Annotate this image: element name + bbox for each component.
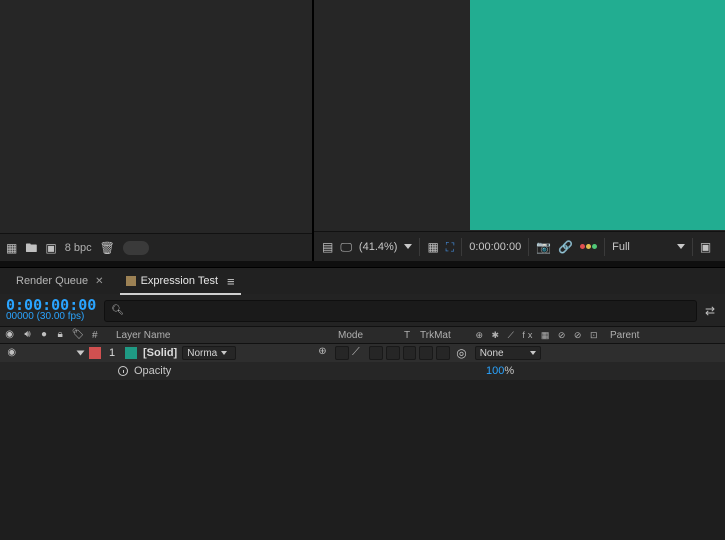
monitor-icon[interactable]: 🖵 bbox=[340, 241, 352, 253]
delete-icon[interactable]: 🗑 bbox=[100, 242, 115, 254]
switch-3d[interactable] bbox=[436, 346, 450, 360]
layer-twirl-icon[interactable] bbox=[77, 351, 85, 356]
new-comp-icon[interactable]: ▣ bbox=[45, 242, 56, 254]
bpc-label[interactable]: 8 bpc bbox=[65, 242, 92, 254]
opacity-row[interactable]: Opacity 100% bbox=[0, 362, 725, 380]
mode-col-header[interactable]: Mode bbox=[334, 330, 398, 341]
switch-col-header[interactable]: ⊕ ✱ ⟋ fx ▦ ⊘ ⊘ ⊡ bbox=[472, 330, 604, 341]
timeline-panel: Render Queue ✕ Expression Test ≡ 0:00:00… bbox=[0, 267, 725, 540]
mask-visibility-icon[interactable]: ⛶ bbox=[446, 241, 454, 253]
stopwatch-icon[interactable] bbox=[118, 366, 128, 376]
tab-render-queue[interactable]: Render Queue ✕ bbox=[8, 270, 112, 292]
tab-label: Render Queue bbox=[16, 275, 88, 287]
frame-info-readout: 00000 (30.00 fps) bbox=[6, 311, 96, 323]
switch-adjustment[interactable] bbox=[419, 346, 433, 360]
project-panel-viewport[interactable] bbox=[0, 0, 312, 233]
channel-buttons-icon[interactable] bbox=[580, 244, 597, 249]
opacity-label: Opacity bbox=[134, 365, 171, 377]
timeline-column-headers: ◉ 🔊︎ ● 🔒︎ 🏷︎ # Layer Name Mode T TrkMat … bbox=[0, 326, 725, 344]
chevron-down-icon bbox=[221, 351, 227, 355]
project-search-pill[interactable] bbox=[123, 241, 149, 255]
project-panel: ▦ 🖿 ▣ 8 bpc 🗑 bbox=[0, 0, 314, 261]
solo-col-icon[interactable]: ● bbox=[41, 330, 47, 340]
composition-viewer: ▤ 🖵 (41.4%) ▦ ⛶ 0:00:00:00 📷 🔗 Full ▣ bbox=[314, 0, 725, 261]
project-settings-icon[interactable]: ▦ bbox=[6, 242, 17, 254]
trkmat-col-header[interactable]: TrkMat bbox=[416, 330, 472, 341]
viewer-ribbon: ▤ 🖵 (41.4%) ▦ ⛶ 0:00:00:00 📷 🔗 Full ▣ bbox=[314, 231, 725, 261]
mode-value: Norma bbox=[187, 348, 217, 359]
panel-menu-icon[interactable]: ≡ bbox=[227, 274, 235, 289]
parent-col-header[interactable]: Parent bbox=[604, 330, 725, 341]
parent-dropdown[interactable]: None bbox=[475, 346, 541, 360]
tab-expression-test[interactable]: Expression Test ≡ bbox=[118, 270, 243, 292]
resolution-dropdown[interactable]: Full bbox=[612, 241, 630, 253]
layer-row[interactable]: ◉ 1 [Solid] Norma ⊕ ⟋ bbox=[0, 344, 725, 362]
preview-area[interactable] bbox=[314, 0, 725, 231]
switch-collapse[interactable] bbox=[335, 346, 349, 360]
pickwhip-icon[interactable]: ◎ bbox=[456, 346, 466, 360]
switch-fx[interactable] bbox=[369, 346, 383, 360]
composition-tab-icon bbox=[126, 276, 136, 286]
project-panel-footer: ▦ 🖿 ▣ 8 bpc 🗑 bbox=[0, 233, 312, 261]
switch-frameblend[interactable] bbox=[386, 346, 400, 360]
new-folder-icon[interactable]: 🖿 bbox=[25, 242, 37, 254]
snapshot-icon[interactable]: 📷 bbox=[536, 241, 551, 253]
timeline-header: 0:00:00:00 00000 (30.00 fps) 🔍︎ ⇄ bbox=[0, 294, 725, 326]
zoom-readout[interactable]: (41.4%) bbox=[359, 241, 398, 253]
layer-label-swatch[interactable] bbox=[89, 347, 101, 359]
mode-dropdown[interactable]: Norma bbox=[182, 346, 236, 360]
layer-video-toggle[interactable]: ◉ bbox=[7, 348, 16, 358]
opacity-unit: % bbox=[504, 365, 514, 377]
zoom-chevron-icon[interactable] bbox=[404, 244, 412, 249]
chevron-down-icon bbox=[530, 351, 536, 355]
index-col-header[interactable]: # bbox=[88, 330, 112, 341]
region-of-interest-icon[interactable]: ▣ bbox=[700, 241, 711, 253]
graph-editor-toggle-icon[interactable]: ⇄ bbox=[705, 305, 715, 317]
current-time-readout[interactable]: 0:00:00:00 bbox=[6, 299, 96, 311]
layer-color-swatch bbox=[125, 347, 137, 359]
layer-name[interactable]: [Solid] bbox=[143, 347, 177, 359]
layer-index: 1 bbox=[101, 347, 125, 359]
timeline-search-input[interactable]: 🔍︎ bbox=[104, 300, 697, 322]
label-col-icon[interactable]: 🏷︎ bbox=[72, 330, 85, 340]
switch-shy[interactable]: ⊕ bbox=[318, 346, 332, 360]
transparency-grid-icon[interactable]: ▦ bbox=[427, 241, 438, 253]
always-preview-icon[interactable]: ▤ bbox=[322, 241, 333, 253]
video-col-icon[interactable]: ◉ bbox=[5, 330, 14, 340]
timeline-tabs: Render Queue ✕ Expression Test ≡ bbox=[0, 268, 725, 294]
resolution-chevron-icon[interactable] bbox=[677, 244, 685, 249]
t-col-header[interactable]: T bbox=[398, 330, 416, 341]
viewer-timecode[interactable]: 0:00:00:00 bbox=[469, 241, 521, 253]
opacity-value[interactable]: 100 bbox=[486, 365, 504, 377]
audio-col-icon[interactable]: 🔊︎ bbox=[24, 330, 30, 340]
solid-preview-rectangle bbox=[470, 0, 725, 230]
parent-value: None bbox=[480, 348, 504, 359]
switch-motionblur[interactable] bbox=[403, 346, 417, 360]
show-snapshot-icon[interactable]: 🔗 bbox=[558, 241, 573, 253]
switch-quality[interactable]: ⟋ bbox=[352, 346, 366, 360]
search-icon: 🔍︎ bbox=[111, 306, 124, 316]
close-icon[interactable]: ✕ bbox=[95, 276, 103, 287]
tab-label: Expression Test bbox=[141, 275, 218, 287]
lock-col-icon[interactable]: 🔒︎ bbox=[57, 330, 62, 340]
layername-col-header[interactable]: Layer Name bbox=[112, 330, 334, 341]
